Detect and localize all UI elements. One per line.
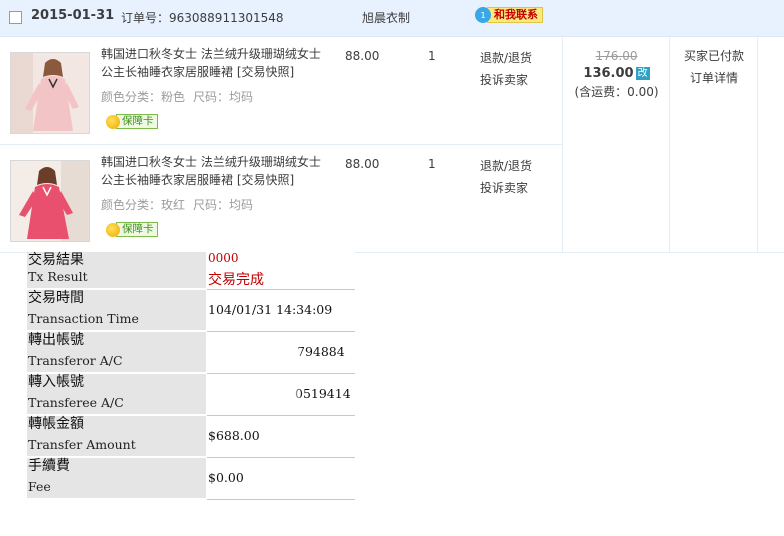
actual-price: 136.00 改	[563, 66, 670, 81]
transaction-time-value: 104/01/31 14:34:09	[208, 302, 333, 317]
after-sale-links: 退款/退货 投诉卖家	[480, 155, 532, 199]
redaction-mask	[213, 384, 293, 404]
shop-name-link[interactable]: 旭晨衣制	[362, 9, 410, 26]
order-detail-link[interactable]: 订单详情	[670, 67, 758, 89]
product-spec: 颜色分类：玫红 尺码：均码	[101, 196, 261, 213]
guarantee-card-badge[interactable]: 保障卡	[106, 222, 158, 237]
receipt-row-time: 交易時間 Transaction Time 104/01/31 14:34:09	[27, 290, 355, 332]
receipt-label-en: Transaction Time	[28, 311, 139, 326]
shipping-fee: (含运费：0.00)	[574, 85, 659, 99]
receipt-label-zh: 交易結果	[28, 252, 84, 268]
complain-seller-link[interactable]: 投诉卖家	[480, 177, 532, 199]
quantity: 1	[428, 157, 436, 171]
product-size: 尺码：均码	[193, 90, 254, 104]
receipt-label-en: Transferor A/C	[28, 353, 123, 368]
receipt-label-zh: 手續費	[28, 458, 70, 474]
product-image-icon	[11, 53, 89, 133]
product-title-link[interactable]: 韩国进口秋冬女士 法兰绒升级珊瑚绒女士公主长袖睡衣家居服睡裙 [交易快照]	[101, 153, 323, 189]
receipt-label-zh: 交易時間	[28, 290, 84, 306]
receipt-label-en: Fee	[28, 479, 51, 494]
receipt-row-result: 交易結果 Tx Result 0000 交易完成	[27, 251, 355, 290]
product-color: 颜色分类：玫红	[101, 198, 186, 212]
transfer-amount-value: $688.00	[208, 428, 260, 443]
product-spec: 颜色分类：粉色 尺码：均码	[101, 88, 261, 105]
chat-bubble-icon: 1	[475, 7, 491, 23]
product-image-icon	[11, 161, 89, 241]
receipt-row-transferee: 轉入帳號 Transferee A/C 0519414	[27, 374, 355, 416]
order-number: 订单号：963088911301548	[121, 11, 284, 25]
receipt-label-zh: 轉入帳號	[28, 374, 84, 390]
product-title-link[interactable]: 韩国进口秋冬女士 法兰绒升级珊瑚绒女士公主长袖睡衣家居服睡裙 [交易快照]	[101, 45, 323, 81]
guarantee-card-badge[interactable]: 保障卡	[106, 114, 158, 129]
product-thumbnail[interactable]	[10, 52, 90, 134]
result-code: 0000	[208, 251, 239, 265]
contact-seller-label: 和我联系	[487, 7, 543, 23]
receipt-row-amount: 轉帳金額 Transfer Amount $688.00	[27, 416, 355, 458]
list-item: 韩国进口秋冬女士 法兰绒升级珊瑚绒女士公主长袖睡衣家居服睡裙 [交易快照] 颜色…	[0, 145, 562, 252]
price-modified-tag: 改	[635, 67, 650, 80]
unit-price: 88.00	[345, 157, 380, 171]
refund-link[interactable]: 退款/退货	[480, 155, 532, 177]
product-color: 颜色分类：粉色	[101, 90, 186, 104]
receipt-row-transferor: 轉出帳號 Transferor A/C 794884	[27, 332, 355, 374]
original-price: 176.00	[595, 49, 638, 63]
transferor-account-value: 794884	[297, 344, 345, 359]
receipt-row-fee: 手續費 Fee $0.00	[27, 458, 355, 500]
complain-seller-link[interactable]: 投诉卖家	[480, 69, 532, 91]
order-date: 2015-01-31	[31, 8, 115, 23]
guarantee-icon	[106, 114, 120, 129]
product-thumbnail[interactable]	[10, 160, 90, 242]
refund-link[interactable]: 退款/退货	[480, 47, 532, 69]
redaction-mask	[213, 342, 295, 362]
order-select-checkbox[interactable]	[9, 11, 22, 24]
list-item: 韩国进口秋冬女士 法兰绒升级珊瑚绒女士公主长袖睡衣家居服睡裙 [交易快照] 颜色…	[0, 37, 562, 145]
quantity: 1	[428, 49, 436, 63]
transfer-receipt: 交易結果 Tx Result 0000 交易完成 交易時間 Transactio…	[27, 251, 355, 500]
unit-price: 88.00	[345, 49, 380, 63]
guarantee-icon	[106, 222, 120, 237]
result-value: 交易完成	[208, 272, 264, 288]
order-total: 176.00 136.00 改 (含运费：0.00)	[562, 37, 670, 252]
order-items: 韩国进口秋冬女士 法兰绒升级珊瑚绒女士公主长袖睡衣家居服睡裙 [交易快照] 颜色…	[0, 37, 784, 253]
receipt-label-en: Tx Result	[28, 269, 88, 284]
status-text: 买家已付款	[683, 49, 744, 63]
receipt-label-en: Transfer Amount	[28, 437, 136, 452]
actual-price-value: 136.00	[583, 66, 634, 81]
guarantee-label: 保障卡	[116, 222, 158, 237]
product-size: 尺码：均码	[193, 198, 254, 212]
receipt-label-en: Transferee A/C	[28, 395, 124, 410]
guarantee-label: 保障卡	[116, 114, 158, 129]
after-sale-links: 退款/退货 投诉卖家	[480, 47, 532, 91]
action-column	[757, 37, 784, 252]
order-header: 2015-01-31 订单号：963088911301548 旭晨衣制 1 和我…	[0, 0, 784, 37]
order-status: 买家已付款 订单详情	[669, 37, 758, 252]
fee-value: $0.00	[208, 470, 244, 485]
transferee-account-value: 0519414	[295, 386, 351, 401]
contact-seller-button[interactable]: 1 和我联系	[475, 7, 543, 23]
receipt-label-zh: 轉帳金額	[28, 416, 84, 432]
receipt-label-zh: 轉出帳號	[28, 332, 84, 348]
